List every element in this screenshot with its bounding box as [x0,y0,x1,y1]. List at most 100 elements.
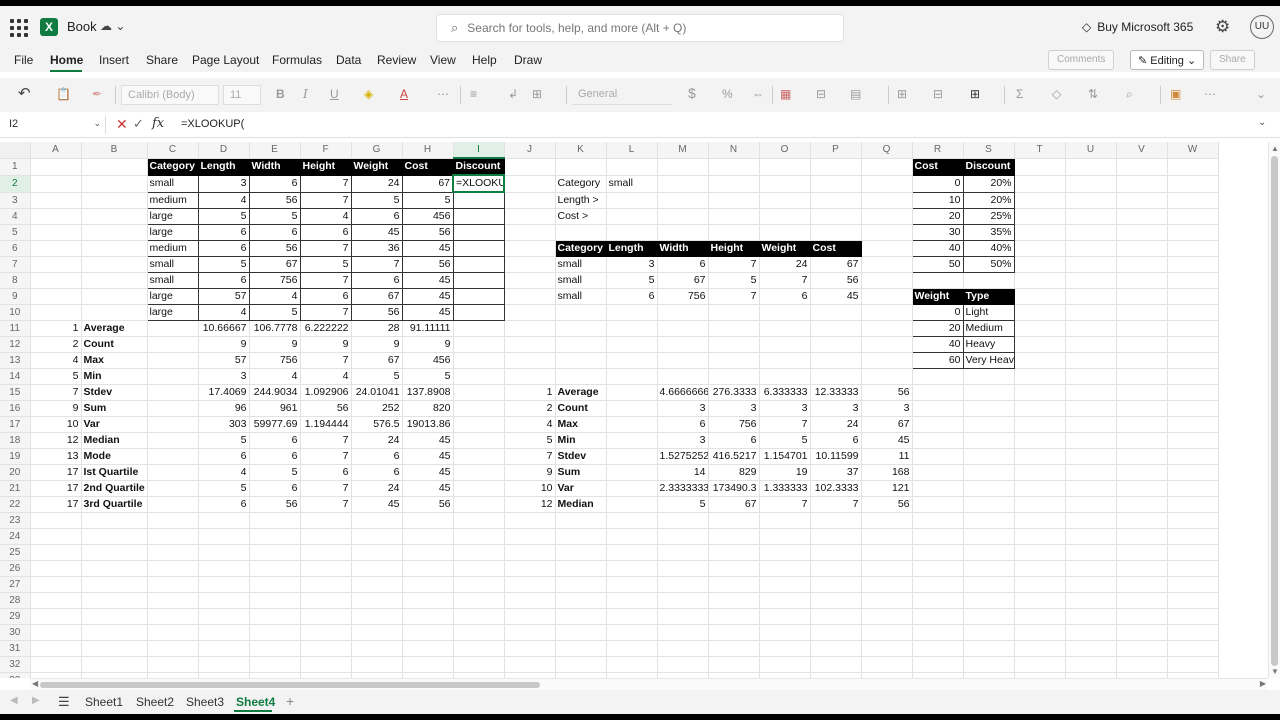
cell[interactable] [555,304,607,321]
expand-formula-icon[interactable]: ⌄ [1258,117,1266,128]
sheet-tab-sheet3[interactable]: Sheet3 [186,695,224,709]
sheet-tab-sheet2[interactable]: Sheet2 [136,695,174,709]
cell[interactable]: 56 [401,255,454,273]
cell[interactable]: 3 [810,400,862,417]
cell[interactable] [759,608,811,625]
cell[interactable] [1167,288,1219,305]
cell[interactable] [1167,592,1219,609]
name-box[interactable]: I2 ⌄ [6,116,106,134]
cell[interactable]: 5 [606,272,658,289]
cell[interactable] [606,624,658,641]
cell[interactable] [657,624,709,641]
cell[interactable]: 67 [861,416,913,433]
cell[interactable] [912,656,964,673]
cell[interactable]: 67 [350,287,403,305]
cell[interactable] [759,192,811,209]
cell[interactable] [81,256,148,273]
cell[interactable]: Category [147,158,199,176]
cell[interactable]: 1 [504,384,556,401]
cell[interactable] [1116,352,1168,369]
cell[interactable] [147,544,199,561]
cell[interactable] [657,224,709,241]
cell[interactable]: Mode [81,448,148,465]
cell[interactable] [1116,400,1168,417]
buy-microsoft-365-button[interactable]: ◇ Buy Microsoft 365 [1082,20,1193,34]
cell[interactable] [1014,224,1066,241]
cell[interactable] [708,320,760,337]
cell[interactable] [912,416,964,433]
cell[interactable]: 6 [350,271,403,289]
cell[interactable] [810,304,862,321]
cell[interactable]: 173490.3 [708,480,760,497]
cell[interactable] [300,624,352,641]
cell[interactable] [810,336,862,353]
row-header[interactable]: 16 [0,400,31,417]
cell[interactable] [708,576,760,593]
cell[interactable] [30,624,82,641]
cell[interactable]: 7 [30,384,82,401]
cell[interactable] [606,400,658,417]
cell[interactable] [147,512,199,529]
column-header[interactable]: M [657,142,709,159]
cell[interactable]: Sum [81,400,148,417]
cell[interactable]: 6 [249,480,301,497]
column-header[interactable]: D [198,142,250,159]
cell[interactable] [861,240,913,257]
find-icon[interactable]: ⌕ [1126,87,1133,102]
cell[interactable] [81,158,148,176]
horizontal-scrollbar[interactable]: ◀ ▶ [30,678,1268,690]
cell[interactable]: 6 [249,448,301,465]
cell[interactable]: small [555,256,607,273]
cell[interactable]: 6.333333 [759,384,811,401]
cell[interactable]: 20 [911,207,964,225]
cell[interactable]: 17 [30,464,82,481]
cell[interactable] [147,432,199,449]
cell[interactable]: Discount [453,158,505,176]
borders-icon[interactable]: ⊞ [970,87,980,101]
cell[interactable]: 7 [300,432,352,449]
cell[interactable] [1167,192,1219,209]
cell[interactable]: 45 [401,303,454,321]
cell[interactable]: 7 [299,303,352,321]
cell[interactable]: 56 [402,496,454,513]
cell[interactable] [1014,656,1066,673]
cell[interactable] [708,158,760,176]
wrap-text-icon[interactable]: ↲ [508,87,518,101]
cell[interactable]: 7 [299,239,352,257]
row-header[interactable]: 18 [0,432,31,449]
cell[interactable]: 40% [962,239,1015,257]
cell[interactable] [1065,224,1117,241]
cell[interactable] [147,496,199,513]
cell[interactable] [606,528,658,545]
cell[interactable]: 45 [351,496,403,513]
column-header[interactable]: K [555,142,607,159]
cell[interactable] [453,400,505,417]
cell[interactable]: Weight [759,240,811,257]
row-header[interactable]: 8 [0,272,31,289]
cell[interactable] [81,175,148,193]
cell[interactable]: 4 [197,303,250,321]
menu-draw[interactable]: Draw [514,53,542,67]
cell[interactable] [861,592,913,609]
cell[interactable] [81,224,148,241]
cell[interactable] [1167,512,1219,529]
cell[interactable] [147,352,199,369]
row-header[interactable]: 7 [0,256,31,273]
cell[interactable] [30,560,82,577]
cell[interactable] [1014,175,1066,193]
cell[interactable] [963,432,1015,449]
cell[interactable] [555,608,607,625]
cell[interactable] [504,224,556,241]
cell[interactable] [1065,528,1117,545]
cell[interactable] [606,464,658,481]
cell[interactable] [1065,512,1117,529]
cell[interactable] [1065,640,1117,657]
cell[interactable] [657,192,709,209]
row-header[interactable]: 12 [0,336,31,353]
cell[interactable] [708,208,760,225]
cell[interactable] [1065,560,1117,577]
cell[interactable] [453,608,505,625]
cell[interactable]: 303 [198,416,250,433]
cell[interactable]: 2nd Quartile [81,480,148,497]
cell[interactable] [351,656,403,673]
